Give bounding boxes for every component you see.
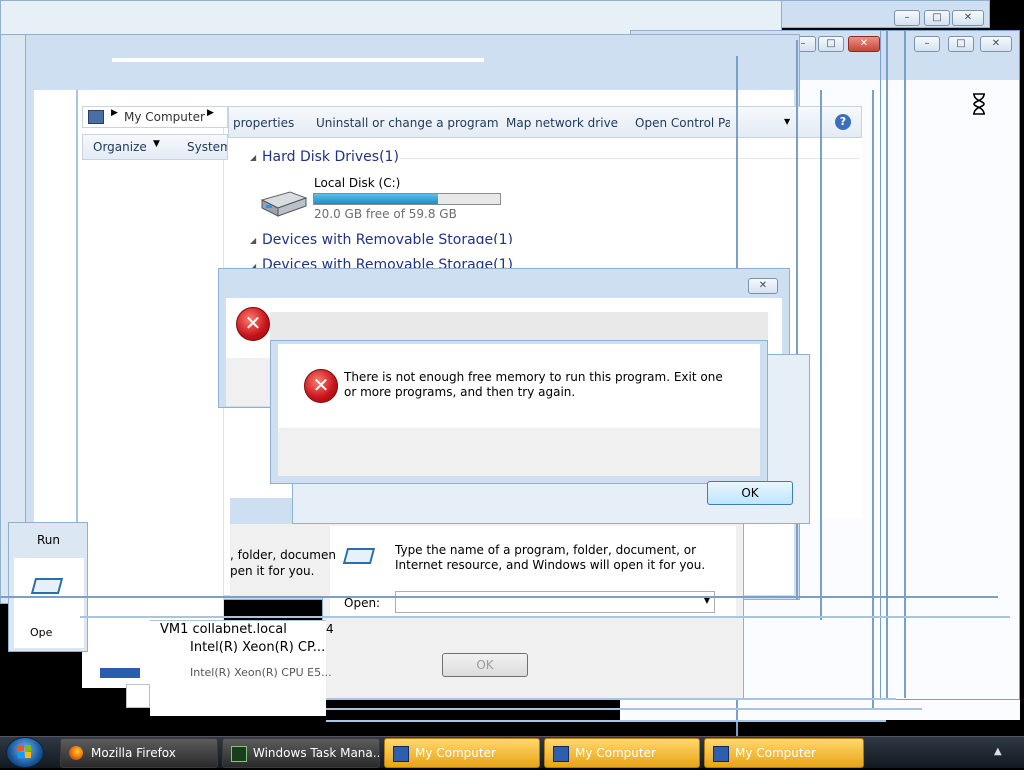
computer-icon: [100, 668, 140, 678]
minimize-icon[interactable]: –: [894, 10, 920, 26]
tm-cpu1: Intel(R) Xeon(R) CP...: [190, 640, 326, 655]
maximize-icon[interactable]: □: [924, 10, 950, 26]
ghost-edge: [80, 616, 1010, 618]
error-message: There is not enough free memory to run t…: [344, 370, 723, 399]
windows-logo-icon: [18, 745, 31, 758]
disk-free-text: 20.0 GB free of 59.8 GB: [314, 207, 457, 221]
tm-cpu2: Intel(R) Xeon(R) CPU E5...: [190, 666, 332, 679]
command-bar-left: Organize ▼ System: [82, 134, 228, 160]
error-dialog-footer: [278, 428, 760, 476]
organize-menu[interactable]: Organize: [93, 140, 147, 154]
error-dialog-title-strip: [270, 312, 768, 342]
computer-icon: [553, 746, 569, 762]
run-open-label: Open:: [344, 596, 381, 610]
ghost-edge: [886, 30, 888, 700]
system-menu[interactable]: System: [187, 140, 227, 154]
disk-usage-bar: [313, 193, 501, 205]
maximize-icon[interactable]: □: [818, 36, 844, 52]
taskbar-item-my-computer-2[interactable]: My Computer: [544, 738, 700, 768]
taskbar-item-label: My Computer: [415, 746, 496, 760]
hourglass-icon: [972, 93, 986, 115]
taskbar-item-label: Mozilla Firefox: [91, 746, 176, 760]
taskbar-item-my-computer-1[interactable]: My Computer: [384, 738, 540, 768]
chevron-down-icon: ▼: [153, 139, 160, 149]
run-frag-text-2: pen it for you.: [230, 564, 315, 578]
run-open-input[interactable]: ▼: [395, 591, 715, 613]
close-icon[interactable]: ✕: [952, 10, 984, 26]
properties-button[interactable]: properties: [233, 116, 294, 130]
ghost-field: [126, 684, 150, 708]
taskbar-item-label: Windows Task Mana...: [253, 746, 380, 760]
run-ok-label: OK: [476, 658, 494, 672]
ghost-edge: [820, 90, 822, 620]
ghost-window-right-frame: [880, 30, 1020, 700]
collapse-icon[interactable]: ◢: [250, 236, 256, 245]
close-icon[interactable]: ✕: [748, 278, 778, 294]
ghost-edge: [326, 708, 922, 710]
hard-disk-header[interactable]: Hard Disk Drives(1): [262, 149, 399, 165]
tm-host: VM1 collabnet.local: [160, 622, 287, 637]
map-drive-button[interactable]: Map network drive: [506, 116, 618, 130]
ghost-left-frame: [0, 34, 26, 604]
ghost-window-controls-1: – □ ✕: [890, 8, 990, 28]
error-icon: ✕: [236, 307, 270, 341]
show-hidden-icons-icon[interactable]: ▲: [994, 746, 1002, 757]
run-icon: [30, 578, 64, 594]
collapse-icon[interactable]: ◢: [250, 153, 256, 162]
error-icon: ✕: [304, 369, 338, 403]
disk-name[interactable]: Local Disk (C:): [314, 176, 400, 190]
task-manager-icon: [231, 746, 247, 762]
tm-num: 4: [326, 622, 334, 636]
group-divider: [400, 158, 860, 159]
explorer-address-bar: [112, 58, 484, 62]
start-button[interactable]: [6, 737, 44, 768]
help-icon[interactable]: ?: [835, 114, 851, 130]
taskbar-item-label: My Computer: [575, 746, 656, 760]
taskbar-item-my-computer-3[interactable]: My Computer: [704, 738, 864, 768]
ghost-edge: [326, 698, 896, 700]
taskbar-item-task-manager[interactable]: Windows Task Mana...: [222, 738, 380, 768]
chevron-down-icon[interactable]: ▼: [784, 117, 790, 126]
taskbar-item-label: My Computer: [735, 746, 816, 760]
run-description: Type the name of a program, folder, docu…: [395, 543, 706, 572]
run-ok-button[interactable]: OK: [442, 653, 528, 677]
run-open-label-frag: Ope: [30, 626, 53, 639]
close-icon[interactable]: ✕: [848, 36, 880, 52]
disk-usage-fill: [314, 194, 438, 204]
ghost-edge: [326, 720, 886, 722]
ghost-edge: [0, 596, 998, 598]
computer-icon: [713, 746, 729, 762]
uninstall-button[interactable]: Uninstall or change a program: [316, 116, 499, 130]
run-dialog-title: Run: [37, 533, 61, 547]
computer-icon: [393, 746, 409, 762]
firefox-icon: [69, 746, 83, 760]
taskbar-item-firefox[interactable]: Mozilla Firefox: [60, 738, 218, 768]
removable-header[interactable]: Devices with Removable Storage(1): [262, 232, 513, 244]
error-ok-button[interactable]: OK: [707, 481, 793, 505]
nav-pane: [82, 128, 224, 688]
hard-drive-icon: [260, 188, 308, 218]
run-icon: [342, 548, 376, 564]
run-frag-text: , folder, documen: [230, 548, 336, 562]
control-panel-button[interactable]: Open Control Pan: [635, 116, 730, 130]
error-ok-label: OK: [741, 486, 759, 500]
